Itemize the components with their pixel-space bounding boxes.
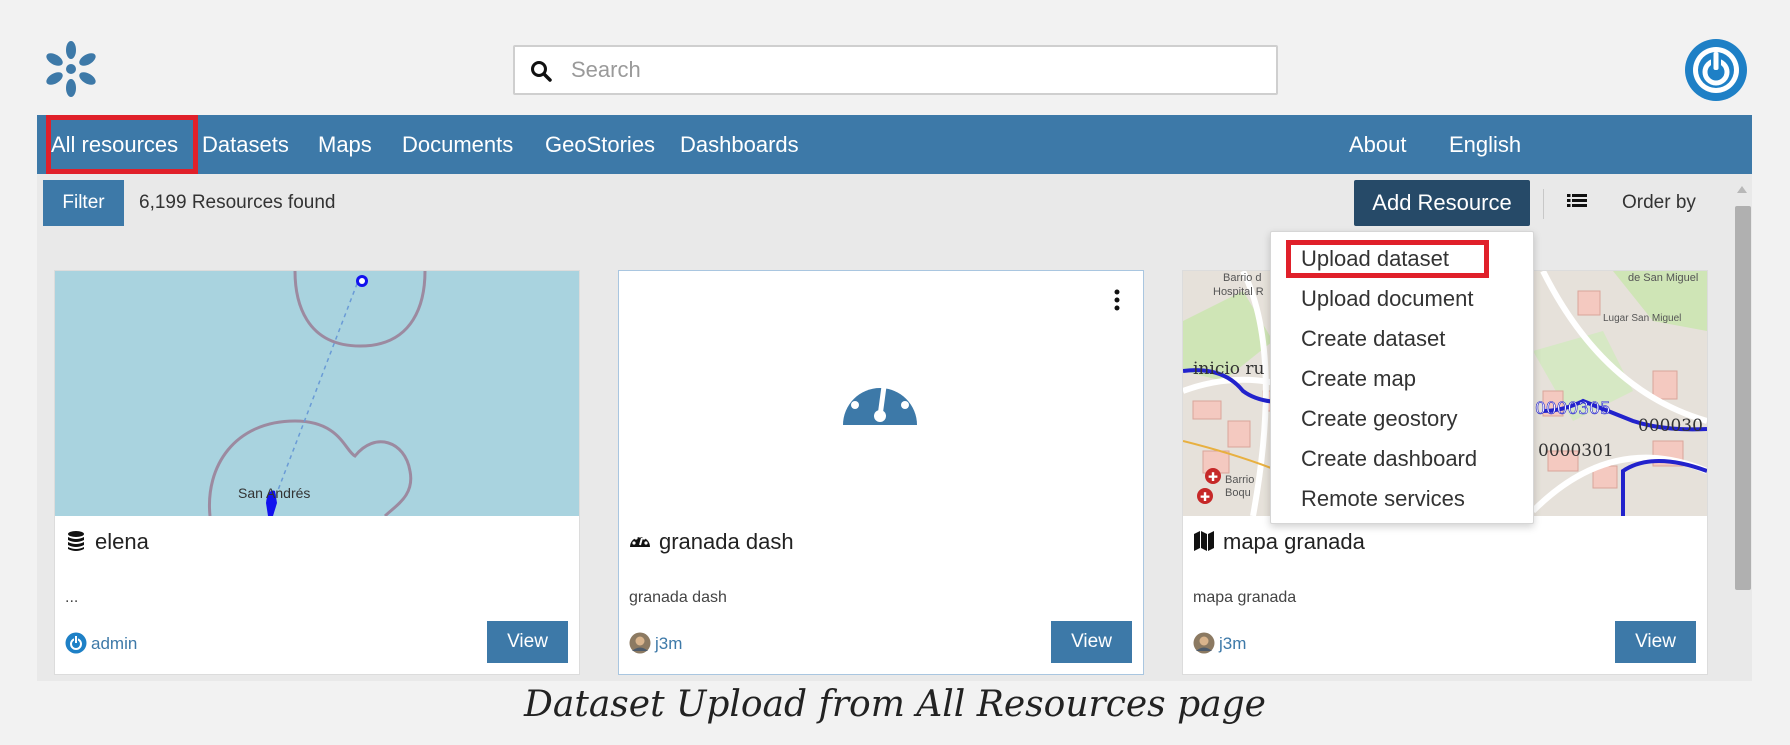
- add-resource-button[interactable]: Add Resource: [1354, 180, 1530, 226]
- card-owner[interactable]: j3m: [629, 632, 682, 656]
- card-description: granada dash: [629, 589, 727, 606]
- figure-caption: Dataset Upload from All Resources page: [524, 684, 1266, 725]
- card-title-text: mapa granada: [1223, 529, 1365, 554]
- card-title[interactable]: elena: [65, 527, 149, 557]
- menu-create-map[interactable]: Create map: [1301, 364, 1416, 394]
- nav-documents[interactable]: Documents: [402, 115, 513, 174]
- card-title-text: elena: [95, 529, 149, 554]
- nav-geostories[interactable]: GeoStories: [545, 115, 655, 174]
- nav-maps[interactable]: Maps: [318, 115, 372, 174]
- nav-datasets[interactable]: Datasets: [202, 115, 289, 174]
- search-input[interactable]: [571, 53, 1261, 87]
- card-description: mapa granada: [1193, 589, 1297, 606]
- app-window: All resources Datasets Maps Documents Ge…: [37, 27, 1752, 681]
- scroll-up-arrow-icon[interactable]: [1737, 186, 1747, 193]
- menu-upload-dataset[interactable]: Upload dataset: [1301, 244, 1449, 274]
- svg-text:Lugar San Miguel: Lugar San Miguel: [1603, 313, 1681, 324]
- card-thumbnail: [619, 271, 1143, 516]
- svg-text:inicio ru: inicio ru: [1193, 359, 1265, 379]
- nav-language[interactable]: English: [1449, 115, 1521, 174]
- map-icon: [1194, 531, 1214, 551]
- geonode-logo-icon[interactable]: [41, 39, 101, 99]
- svg-text:Boqu: Boqu: [1225, 487, 1251, 499]
- power-icon: [65, 632, 87, 654]
- database-icon: [68, 531, 84, 551]
- scrollbar-thumb[interactable]: [1735, 206, 1751, 590]
- search-box[interactable]: [513, 45, 1278, 95]
- view-button[interactable]: View: [1051, 621, 1132, 663]
- dashboard-icon: [630, 534, 650, 547]
- dashboard-placeholder: [619, 271, 1143, 516]
- card-thumbnail: San Andrés: [55, 271, 579, 516]
- svg-text:0000305: 0000305: [1535, 399, 1611, 419]
- resource-card[interactable]: granada dash granada dash j3m View: [618, 270, 1144, 675]
- map-thumbnail-san-andres: San Andrés: [55, 271, 579, 516]
- card-owner[interactable]: j3m: [1193, 632, 1246, 656]
- card-owner[interactable]: admin: [65, 632, 137, 656]
- svg-text:de San Miguel: de San Miguel: [1628, 272, 1698, 284]
- card-title[interactable]: mapa granada: [1193, 527, 1365, 557]
- menu-remote-services[interactable]: Remote services: [1301, 484, 1465, 514]
- card-title-text: granada dash: [659, 529, 794, 554]
- resource-card[interactable]: San Andrés elena ... admin View: [54, 270, 580, 675]
- resource-count: 6,199 Resources found: [139, 192, 336, 213]
- kebab-menu-icon[interactable]: [1113, 289, 1121, 311]
- card-title[interactable]: granada dash: [629, 527, 794, 557]
- header: [37, 27, 1752, 115]
- order-by-dropdown[interactable]: Order by: [1622, 180, 1696, 226]
- menu-create-dataset[interactable]: Create dataset: [1301, 324, 1445, 354]
- vertical-scrollbar[interactable]: [1732, 180, 1752, 681]
- card-owner-name: admin: [91, 634, 138, 653]
- toolbar-divider: [1543, 189, 1544, 219]
- map-label-san-andres: San Andrés: [238, 485, 310, 501]
- svg-text:✚: ✚: [1208, 470, 1218, 484]
- menu-create-dashboard[interactable]: Create dashboard: [1301, 444, 1477, 474]
- svg-text:✚: ✚: [1200, 490, 1210, 504]
- card-description: ...: [65, 589, 79, 606]
- filter-button[interactable]: Filter: [43, 180, 124, 226]
- svg-text:Hospital R: Hospital R: [1213, 286, 1264, 298]
- avatar: [1193, 632, 1215, 654]
- card-owner-name: j3m: [1219, 634, 1247, 653]
- menu-upload-document[interactable]: Upload document: [1301, 284, 1473, 314]
- list-view-icon[interactable]: [1567, 192, 1587, 212]
- card-owner-name: j3m: [655, 634, 683, 653]
- search-icon: [531, 61, 552, 82]
- nav-all-resources[interactable]: All resources: [51, 115, 178, 174]
- view-button[interactable]: View: [1615, 621, 1696, 663]
- svg-text:Barrio: Barrio: [1225, 474, 1254, 486]
- avatar: [629, 632, 651, 654]
- menu-create-geostory[interactable]: Create geostory: [1301, 404, 1458, 434]
- nav-dashboards[interactable]: Dashboards: [680, 115, 799, 174]
- nav-about[interactable]: About: [1349, 115, 1407, 174]
- svg-text:0000301: 0000301: [1538, 441, 1614, 461]
- view-button[interactable]: View: [487, 621, 568, 663]
- user-menu-power-icon[interactable]: [1684, 38, 1748, 102]
- add-resource-menu: Upload dataset Upload document Create da…: [1270, 231, 1534, 524]
- svg-text:Barrio d: Barrio d: [1223, 272, 1262, 284]
- svg-text:000030: 000030: [1638, 416, 1703, 436]
- main-nav: All resources Datasets Maps Documents Ge…: [37, 115, 1752, 174]
